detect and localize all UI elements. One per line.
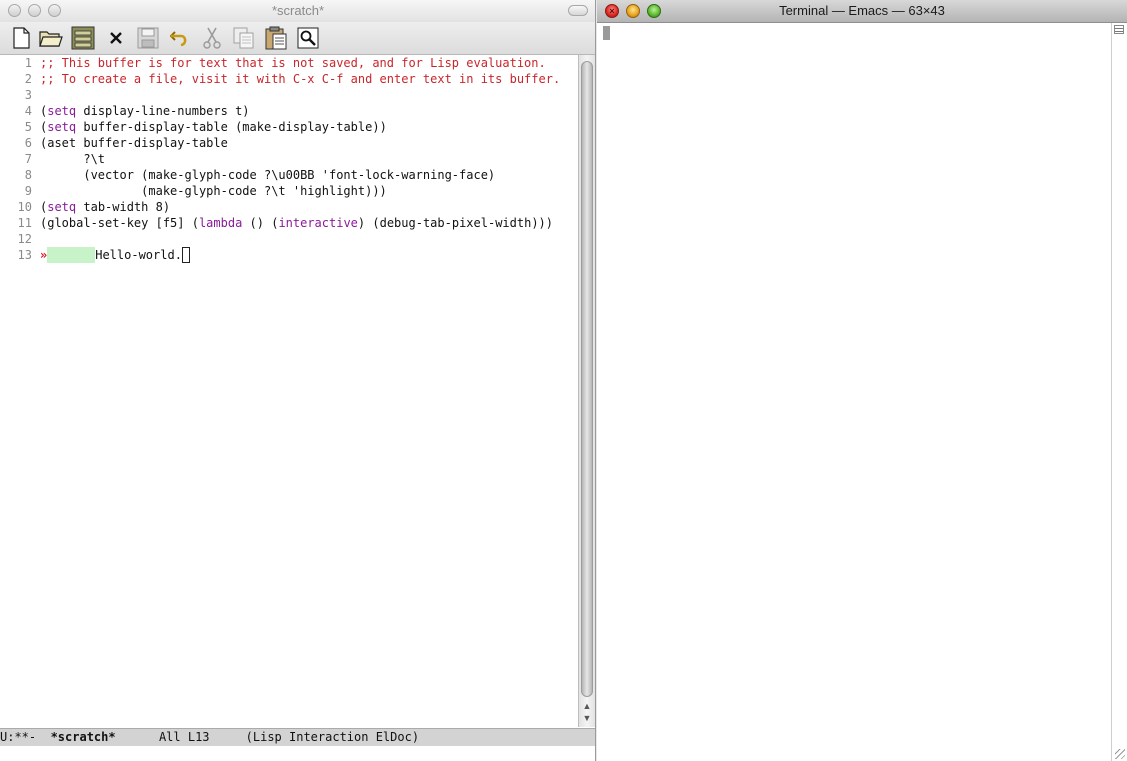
keyword: lambda bbox=[198, 216, 243, 230]
line-text: (aset buffer-display-table bbox=[40, 136, 228, 150]
line-text: ;; To create a file, visit it with C-x C… bbox=[40, 72, 561, 86]
new-file-icon bbox=[13, 27, 30, 49]
vertical-scrollbar[interactable]: ▲ ▼ bbox=[578, 55, 595, 727]
line-number: 11 bbox=[17, 216, 32, 230]
terminal-scrollbar[interactable] bbox=[1111, 23, 1127, 761]
cut-button[interactable] bbox=[199, 25, 225, 51]
tab-glyph: » bbox=[40, 248, 48, 262]
terminal-titlebar[interactable]: × Terminal — Emacs — 63×43 bbox=[597, 0, 1127, 23]
paste-button[interactable] bbox=[263, 25, 289, 51]
new-file-button[interactable] bbox=[8, 25, 34, 51]
line-number: 5 bbox=[24, 120, 32, 134]
scrollbar-thumb[interactable] bbox=[581, 61, 593, 697]
copy-button[interactable] bbox=[231, 25, 257, 51]
close-icon bbox=[110, 32, 122, 44]
modeline-buffer-name[interactable]: *scratch* bbox=[51, 730, 116, 744]
save-icon bbox=[137, 27, 159, 49]
search-button[interactable] bbox=[295, 25, 321, 51]
scroll-down-arrow-icon[interactable]: ▼ bbox=[582, 713, 592, 723]
terminal-content[interactable] bbox=[597, 23, 1111, 761]
line-number: 13 bbox=[17, 248, 32, 262]
emacs-window: *scratch* 1 ;; This buffer is for text t… bbox=[0, 0, 596, 761]
emacs-titlebar[interactable]: *scratch* bbox=[0, 0, 595, 23]
toolbar-toggle-button[interactable] bbox=[568, 5, 588, 16]
keyword: setq bbox=[47, 200, 77, 214]
line-number: 10 bbox=[17, 200, 32, 214]
undo-button[interactable] bbox=[167, 25, 193, 51]
line-text: » Hello-world. bbox=[40, 247, 190, 263]
save-button[interactable] bbox=[135, 25, 161, 51]
line-number: 4 bbox=[24, 104, 32, 118]
resize-grip-icon[interactable] bbox=[1115, 749, 1125, 759]
line-text: (setq display-line-numbers t) bbox=[40, 104, 250, 118]
line-text: (vector (make-glyph-code ?\u00BB 'font-l… bbox=[40, 168, 496, 182]
close-buffer-button[interactable] bbox=[103, 25, 129, 51]
terminal-window: × Terminal — Emacs — 63×43 bbox=[597, 0, 1127, 761]
line-number: 1 bbox=[24, 56, 32, 70]
file-cabinet-icon bbox=[71, 26, 95, 50]
open-folder-button[interactable] bbox=[38, 25, 64, 51]
copy-icon bbox=[233, 27, 254, 49]
tab-highlight bbox=[47, 247, 96, 263]
window-title: *scratch* bbox=[271, 3, 325, 18]
terminal-cursor bbox=[603, 26, 610, 40]
editor-buffer[interactable]: 1 ;; This buffer is for text that is not … bbox=[0, 55, 577, 727]
line-text: (global-set-key [f5] (lambda () (interac… bbox=[40, 216, 553, 230]
line-text: (setq tab-width 8) bbox=[40, 200, 171, 214]
modeline-mode[interactable]: (Lisp Interaction ElDoc) bbox=[246, 730, 419, 744]
line-text: (make-glyph-code ?\t 'highlight))) bbox=[40, 184, 387, 198]
dired-button[interactable] bbox=[70, 25, 96, 51]
line-number: 9 bbox=[24, 184, 32, 198]
keyword: setq bbox=[47, 120, 77, 134]
line-number: 2 bbox=[24, 72, 32, 86]
paste-icon bbox=[265, 26, 287, 50]
scroll-up-arrow-icon[interactable]: ▲ bbox=[582, 701, 592, 711]
line-number: 7 bbox=[24, 152, 32, 166]
split-handle-icon[interactable] bbox=[1114, 25, 1124, 34]
scissors-icon bbox=[203, 27, 221, 49]
open-folder-icon bbox=[39, 31, 63, 47]
toolbar bbox=[0, 22, 595, 55]
window-title: Terminal — Emacs — 63×43 bbox=[779, 3, 945, 18]
keyword: interactive bbox=[278, 216, 358, 230]
search-icon bbox=[297, 27, 319, 49]
modeline-status: U:**- bbox=[0, 730, 51, 744]
line-text: ;; This buffer is for text that is not s… bbox=[40, 56, 546, 70]
text-cursor bbox=[181, 247, 190, 263]
line-number: 12 bbox=[17, 232, 32, 246]
keyword: setq bbox=[47, 104, 77, 118]
line-number: 3 bbox=[24, 88, 32, 102]
line-text: ?\t bbox=[40, 152, 106, 166]
undo-icon bbox=[170, 31, 187, 47]
minibuffer[interactable] bbox=[0, 746, 595, 761]
line-number: 8 bbox=[24, 168, 32, 182]
line-text: (setq buffer-display-table (make-display… bbox=[40, 120, 387, 134]
line-number: 6 bbox=[24, 136, 32, 150]
modeline-position: All L13 bbox=[115, 730, 246, 744]
mode-line: U:**- *scratch* All L13 (Lisp Interactio… bbox=[0, 728, 595, 746]
